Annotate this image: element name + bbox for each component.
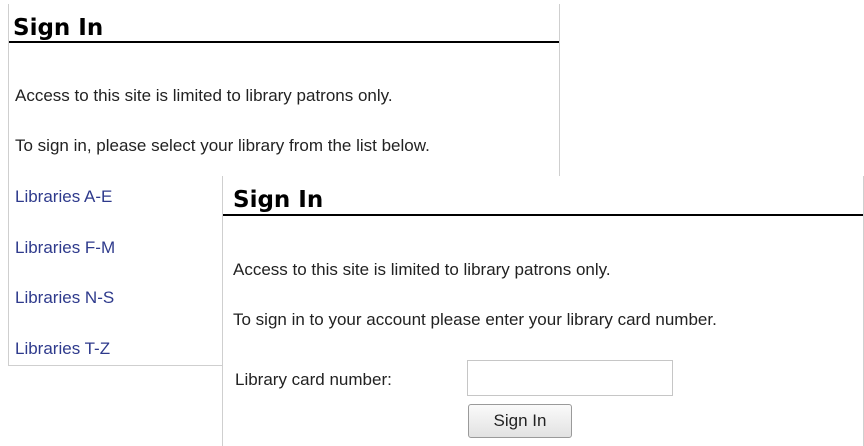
title-divider	[9, 41, 559, 43]
card-number-input[interactable]	[467, 360, 673, 396]
panel-title: Sign In	[13, 15, 104, 41]
libraries-f-m-link[interactable]: Libraries F-M	[15, 238, 115, 258]
access-notice: Access to this site is limited to librar…	[233, 260, 611, 279]
card-sign-in-panel: Sign In Access to this site is limited t…	[222, 176, 864, 446]
sign-in-instruction: To sign in, please select your library f…	[15, 136, 430, 155]
libraries-t-z-link[interactable]: Libraries T-Z	[15, 339, 110, 359]
title-divider	[223, 214, 863, 216]
sign-in-instruction: To sign in to your account please enter …	[233, 310, 717, 329]
libraries-n-s-link[interactable]: Libraries N-S	[15, 288, 114, 308]
panel-title: Sign In	[233, 187, 324, 213]
libraries-a-e-link[interactable]: Libraries A-E	[15, 187, 112, 207]
card-number-label: Library card number:	[235, 370, 392, 389]
sign-in-button[interactable]: Sign In	[468, 404, 572, 438]
access-notice: Access to this site is limited to librar…	[15, 86, 393, 105]
